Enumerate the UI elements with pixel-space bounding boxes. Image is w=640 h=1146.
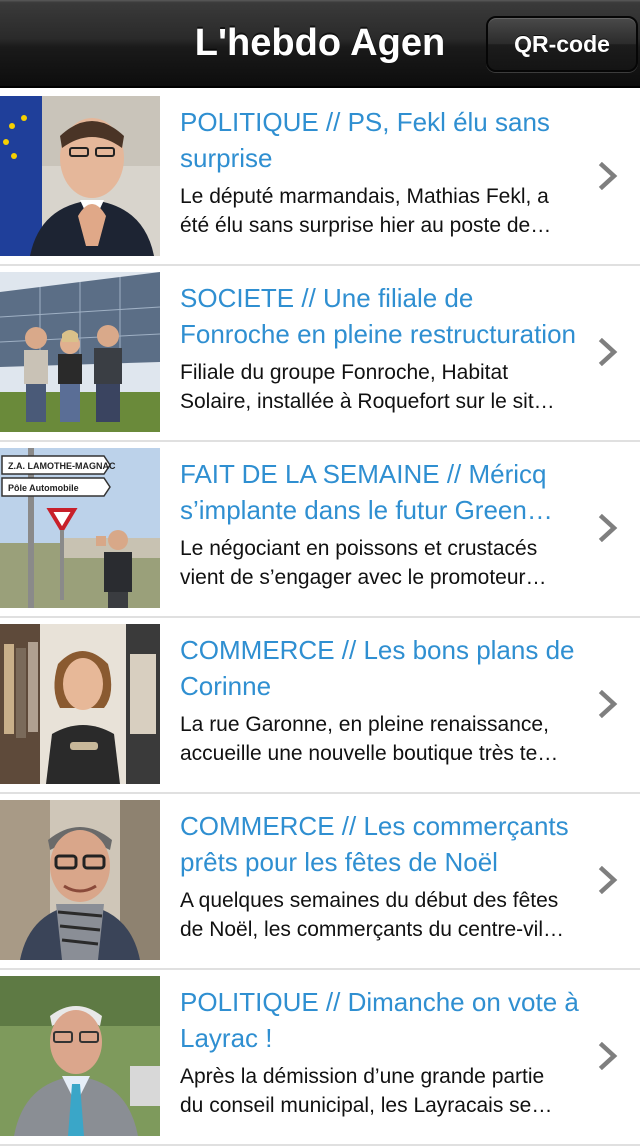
qr-code-button[interactable]: QR-code [486,16,638,72]
photo-man-glasses-scarf-icon [0,800,160,960]
chevron-right-icon [598,690,620,718]
article-thumbnail: Z.A. LAMOTHE-MAGNAC Pôle Automobile [0,448,160,608]
article-title-line: prêts pour les fêtes de Noël [180,847,498,877]
article-title: POLITIQUE // Dimanche on vote à Layrac ! [180,984,608,1056]
article-summary-line: du conseil municipal, les Layracais se… [180,1094,553,1117]
article-summary-line: Le négociant en poissons et crustacés [180,537,538,560]
navigation-bar: L'hebdo Agen QR-code [0,0,640,88]
article-thumbnail [0,624,160,784]
article-summary-line: La rue Garonne, en pleine renaissance, [180,713,549,736]
article-thumbnail [0,976,160,1136]
article-title-line: POLITIQUE // PS, Fekl élu sans [180,107,550,137]
article-title: COMMERCE // Les bons plans de Corinne [180,632,608,704]
article-row[interactable]: Z.A. LAMOTHE-MAGNAC Pôle Automobile FAIT… [0,442,640,618]
article-title-line: Corinne [180,671,272,701]
article-row[interactable]: SOCIETE // Une filiale de Fonroche en pl… [0,266,640,442]
article-title-line: s’implante dans le futur Green… [180,495,553,525]
article-thumbnail [0,96,160,256]
article-row[interactable]: POLITIQUE // PS, Fekl élu sans surprise … [0,90,640,266]
article-title-line: Fonroche en pleine restructuration [180,319,577,349]
chevron-right-icon [598,1042,620,1070]
article-title-line: SOCIETE // Une filiale de [180,283,474,313]
chevron-right-icon [598,338,620,366]
article-summary: Filiale du groupe Fonroche, Habitat Sola… [180,358,608,416]
article-summary-line: A quelques semaines du début des fêtes [180,889,559,912]
photo-politician-eu-flag-icon [0,96,160,256]
chevron-right-icon [598,866,620,894]
article-title-line: COMMERCE // Les bons plans de [180,635,575,665]
article-summary-line: vient de s’engager avec le promoteur… [180,566,547,589]
article-thumbnail [0,800,160,960]
article-row[interactable]: COMMERCE // Les bons plans de Corinne La… [0,618,640,794]
article-summary: Le député marmandais, Mathias Fekl, a ét… [180,182,608,240]
photo-road-signs-icon: Z.A. LAMOTHE-MAGNAC Pôle Automobile [0,448,160,608]
article-summary-line: accueille une nouvelle boutique très te… [180,742,559,765]
sign-bottom-text: Pôle Automobile [8,483,79,493]
article-title: SOCIETE // Une filiale de Fonroche en pl… [180,280,608,352]
photo-older-man-tie-icon [0,976,160,1136]
article-title-line: surprise [180,143,273,173]
article-summary-line: Le député marmandais, Mathias Fekl, a [180,185,549,208]
article-title-line: FAIT DE LA SEMAINE // Méricq [180,459,547,489]
article-thumbnail [0,272,160,432]
chevron-right-icon [598,162,620,190]
article-summary: La rue Garonne, en pleine renaissance, a… [180,710,608,768]
photo-woman-boutique-icon [0,624,160,784]
article-summary-line: Après la démission d’une grande partie [180,1065,545,1088]
article-title: FAIT DE LA SEMAINE // Méricq s’implante … [180,456,608,528]
article-row[interactable]: POLITIQUE // Dimanche on vote à Layrac !… [0,970,640,1146]
article-summary: Le négociant en poissons et crustacés vi… [180,534,608,592]
article-list: POLITIQUE // PS, Fekl élu sans surprise … [0,90,640,1146]
article-summary-line: été élu sans surprise hier au poste de… [180,214,552,237]
article-row[interactable]: COMMERCE // Les commerçants prêts pour l… [0,794,640,970]
article-summary-line: Filiale du groupe Fonroche, Habitat [180,361,509,384]
article-summary-line: Solaire, installée à Roquefort sur le si… [180,390,555,413]
photo-three-people-solar-panels-icon [0,272,160,432]
article-title: POLITIQUE // PS, Fekl élu sans surprise [180,104,608,176]
article-title-line: Layrac ! [180,1023,273,1053]
article-summary: Après la démission d’une grande partie d… [180,1062,608,1120]
article-summary: A quelques semaines du début des fêtes d… [180,886,608,944]
article-title: COMMERCE // Les commerçants prêts pour l… [180,808,608,880]
article-title-line: POLITIQUE // Dimanche on vote à [180,987,579,1017]
chevron-right-icon [598,514,620,542]
article-title-line: COMMERCE // Les commerçants [180,811,569,841]
article-summary-line: de Noël, les commerçants du centre-vil… [180,918,564,941]
sign-top-text: Z.A. LAMOTHE-MAGNAC [8,461,116,471]
